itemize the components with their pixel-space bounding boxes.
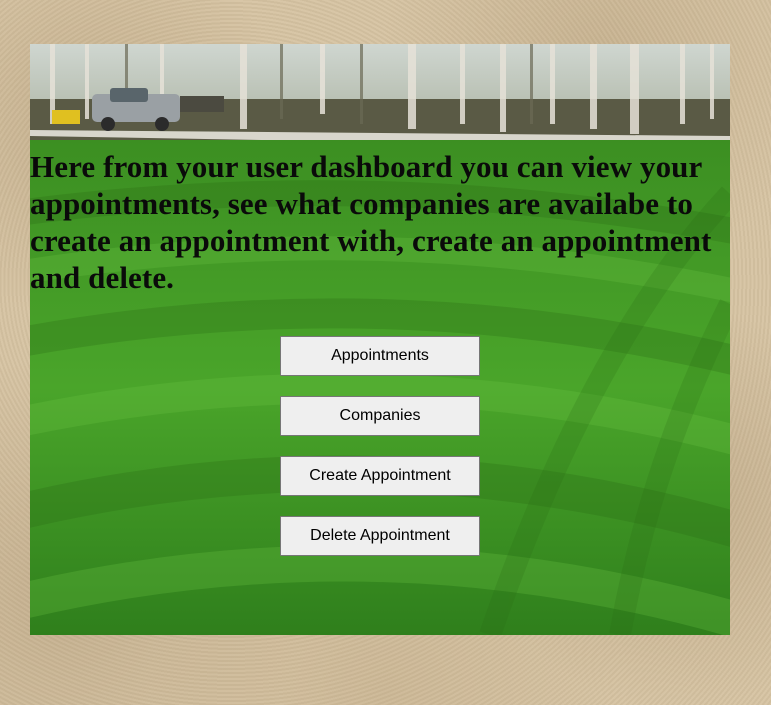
dashboard-intro-text: Here from your user dashboard you can vi…: [30, 149, 712, 295]
create-appointment-button[interactable]: Create Appointment: [280, 456, 480, 496]
appointments-button[interactable]: Appointments: [280, 336, 480, 376]
companies-button[interactable]: Companies: [280, 396, 480, 436]
dashboard-actions: Appointments Companies Create Appointmen…: [280, 336, 480, 576]
delete-appointment-button[interactable]: Delete Appointment: [280, 516, 480, 556]
hero-banner: Here from your user dashboard you can vi…: [30, 44, 730, 635]
